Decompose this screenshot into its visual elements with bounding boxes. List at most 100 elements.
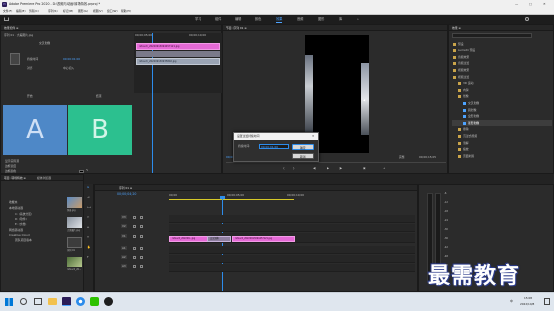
project-item-7[interactable]: 团队项目版本 [15, 239, 32, 242]
lock-icon[interactable] [133, 246, 136, 250]
project-item-4[interactable]: E: (文档) [15, 223, 26, 226]
tab-sequence[interactable]: 序列 01 ≡ [119, 186, 132, 190]
menu-graphics[interactable]: 图形(G) [78, 10, 88, 13]
effects-tree-item[interactable]: 内滑 [452, 87, 552, 93]
dialog-duration-field[interactable]: 00;00;01;00 [259, 144, 289, 149]
minimize-button[interactable]: — [515, 2, 518, 6]
ripple-edit-icon[interactable]: ⟷ [87, 206, 91, 209]
track-select-icon[interactable]: ⇥ [87, 196, 89, 199]
dialog-ok-button[interactable]: 确定 [292, 144, 314, 150]
eye-icon[interactable] [140, 224, 143, 228]
workspace-effects[interactable]: 效果 [276, 17, 283, 24]
effects-tree-item[interactable]: 交叉划像 [452, 100, 552, 106]
type-tool-icon[interactable]: T [87, 256, 89, 259]
track-label[interactable]: A1 [121, 246, 127, 250]
timeline-clip-b[interactable]: nitouch_20220913094457121.jpg [232, 236, 295, 242]
eye-icon[interactable] [140, 255, 143, 259]
export-frame-icon[interactable]: ▣ [363, 167, 366, 170]
qq-icon[interactable] [104, 297, 113, 306]
timeline-transition[interactable]: 交叉划像 [207, 236, 231, 242]
effects-tree-item[interactable]: 擦除 [452, 127, 552, 133]
play-icon[interactable]: ▶ [327, 167, 329, 170]
lock-icon[interactable] [133, 264, 136, 268]
project-item-5[interactable]: 网络驱动器 [9, 229, 23, 232]
project-item-6[interactable]: Creative Cloud [9, 234, 30, 237]
effects-tree-item[interactable]: 溶解 [452, 140, 552, 146]
pen-tool-icon[interactable]: ✒ [87, 236, 89, 239]
project-thumb-2[interactable] [67, 237, 82, 248]
tab-effect-controls[interactable]: 效果控件 ≡ [4, 26, 18, 30]
workspace-assembly[interactable]: 组件 [215, 17, 221, 21]
hand-tool-icon[interactable]: ✋ [87, 246, 90, 249]
alignment-value[interactable]: 中心切入 [63, 67, 74, 70]
menu-edit[interactable]: 编辑(E) [16, 10, 26, 13]
ec-clip-a[interactable]: nitouch_20220913094457121.jpg [136, 43, 220, 50]
effects-tree-item[interactable]: 音频效果 [452, 54, 552, 60]
eye-icon[interactable] [140, 234, 143, 238]
workspace-audio[interactable]: 音频 [297, 17, 303, 21]
project-thumb-0[interactable] [67, 197, 82, 208]
lock-icon[interactable] [133, 255, 136, 259]
effects-tree-item[interactable]: 预设 [452, 41, 552, 47]
tab-effects[interactable]: 效果 ≡ [452, 26, 461, 30]
taskbar-search-icon[interactable] [20, 298, 27, 305]
effects-search-input[interactable] [452, 33, 532, 38]
project-item-1[interactable]: 本地驱动器 [9, 207, 23, 210]
ec-transition-block[interactable] [136, 51, 220, 57]
menu-view[interactable]: 视图(V) [93, 10, 103, 13]
search-icon[interactable] [525, 17, 529, 21]
effects-tree-item[interactable]: 圆划像 [452, 107, 552, 113]
effects-tree-item[interactable]: 音频过渡 [452, 61, 552, 67]
ec-clip-b[interactable]: nitouch_202209130935802.jpg [136, 58, 220, 65]
mark-in-icon[interactable]: { [283, 167, 285, 170]
add-button-icon[interactable]: + [383, 167, 385, 170]
more-workspaces-icon[interactable]: » [357, 18, 359, 21]
selection-tool-icon[interactable]: ➤ [87, 186, 89, 189]
border-color-swatch[interactable] [79, 170, 84, 173]
workspace-editing[interactable]: 编辑 [235, 17, 241, 21]
track-label[interactable]: V3 [121, 215, 127, 219]
playhead-handle[interactable] [220, 196, 225, 199]
project-thumb-3[interactable] [67, 257, 82, 267]
lock-icon[interactable] [133, 234, 136, 238]
effects-tree-item[interactable]: 划像 [452, 94, 552, 100]
step-back-icon[interactable]: ◀| [313, 167, 316, 170]
effects-tree-item[interactable]: 菱形划像 [452, 120, 552, 127]
home-icon[interactable] [4, 17, 9, 21]
effects-tree-item[interactable]: Lumetri 预设 [452, 48, 552, 54]
step-forward-icon[interactable]: |▶ [339, 167, 342, 170]
program-quality[interactable]: 完整 [399, 156, 405, 159]
premiere-icon[interactable] [62, 297, 71, 306]
effects-tree-item[interactable]: 沉浸式视频 [452, 133, 552, 139]
razor-tool-icon[interactable]: ✂ [87, 216, 89, 219]
project-item-3[interactable]: D: (软件) [15, 218, 27, 221]
mark-out-icon[interactable]: } [293, 167, 295, 170]
effects-tree-item[interactable]: 盒形划像 [452, 114, 552, 120]
track-label[interactable]: A2 [121, 255, 127, 259]
eye-icon[interactable] [140, 264, 143, 268]
workspace-color[interactable]: 颜色 [255, 17, 261, 21]
menu-marker[interactable]: 标记(M) [63, 10, 73, 13]
task-view-icon[interactable] [34, 298, 42, 305]
eye-icon[interactable] [140, 215, 143, 219]
close-button[interactable]: ✕ [543, 2, 546, 6]
slip-tool-icon[interactable]: ↔ [87, 226, 89, 229]
dialog-close-icon[interactable]: ✕ [312, 135, 314, 138]
effects-tree-item[interactable]: 3D 运动 [452, 81, 552, 87]
windows-logo-icon[interactable] [5, 298, 13, 306]
workspace-libraries[interactable]: 库 [339, 17, 342, 21]
wechat-icon[interactable] [90, 297, 99, 306]
menu-window[interactable]: 窗口(W) [107, 10, 118, 13]
menu-file[interactable]: 文件(F) [3, 10, 12, 13]
tab-media-browser[interactable]: 媒体浏览器 [37, 176, 51, 180]
project-item-2[interactable]: C: (系统分区) [15, 213, 32, 216]
maximize-button[interactable]: □ [529, 2, 532, 6]
effects-tree-item[interactable]: 页面剥落 [452, 153, 552, 159]
effects-tree-item[interactable]: 视频过渡 [452, 74, 552, 80]
tab-program[interactable]: 节目: 序列 01 ≡ [226, 26, 247, 30]
menu-sequence[interactable]: 序列(S) [48, 10, 58, 13]
timeline-timecode[interactable]: 00;00;04;20 [117, 192, 136, 196]
eyedropper-icon[interactable]: ✎ [86, 169, 88, 172]
menu-help[interactable]: 帮助(H) [121, 10, 131, 13]
lock-icon[interactable] [133, 215, 136, 219]
